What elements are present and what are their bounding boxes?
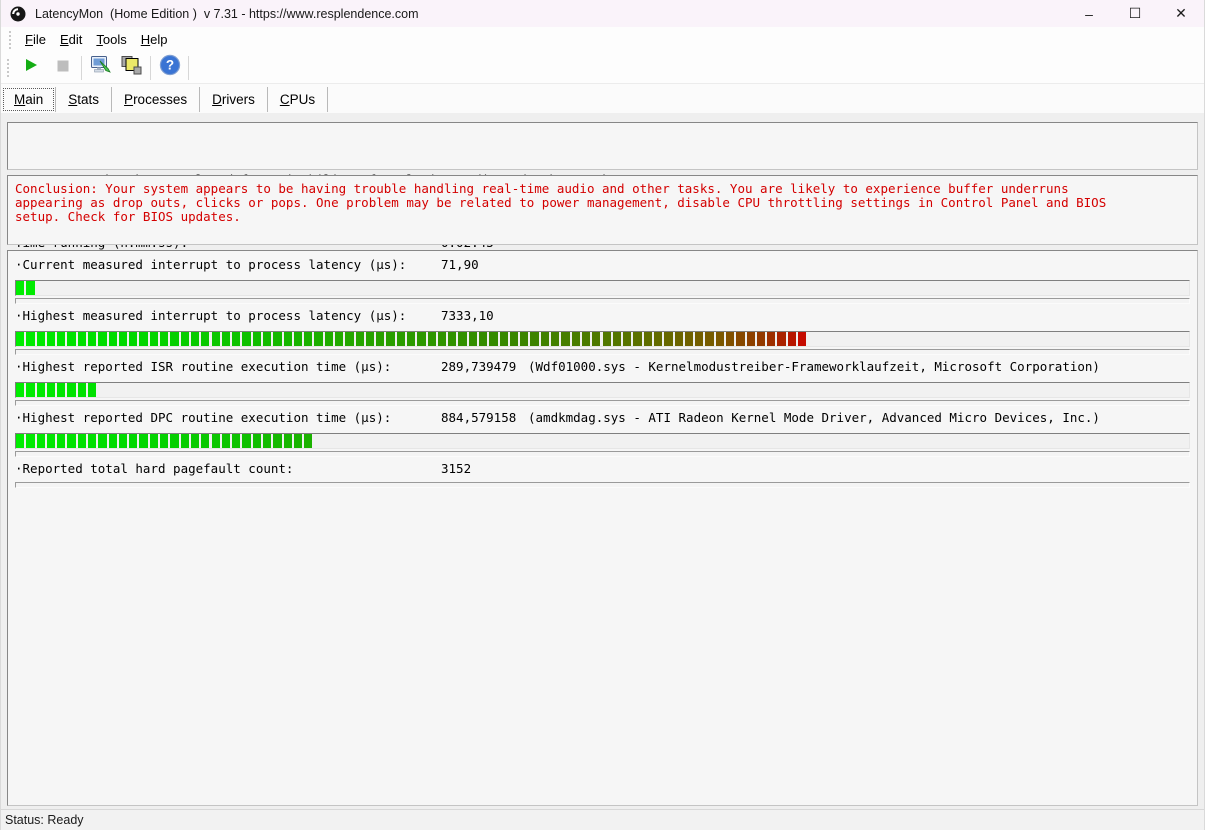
status-bar: Status: Ready	[1, 809, 1204, 830]
current-latency-bar	[15, 280, 1190, 296]
menu-tools[interactable]: Tools	[89, 29, 133, 50]
dpc-time-bar	[15, 433, 1190, 449]
monitor-tool-icon	[89, 54, 112, 81]
stop-icon	[57, 59, 69, 77]
metric-label: ·Highest measured interrupt to process l…	[15, 308, 441, 325]
conclusion-line: setup. Check for BIOS updates.	[15, 210, 1197, 224]
tab-drivers[interactable]: Drivers	[200, 87, 267, 112]
toolbar-gripper	[7, 59, 12, 77]
latencymon-app-icon	[10, 6, 26, 22]
menu-file[interactable]: File	[18, 29, 53, 50]
metric-value: 884,579158	[441, 410, 528, 427]
isr-time-bar	[15, 382, 1190, 398]
conclusion-box: Conclusion: Your system appears to be ha…	[7, 175, 1198, 245]
conclusion-line: appearing as drop outs, clicks or pops. …	[15, 196, 1197, 210]
tab-main[interactable]: Main	[2, 87, 55, 112]
metric-label: ·Highest reported ISR routine execution …	[15, 359, 441, 376]
status-text: Status: Ready	[5, 813, 84, 827]
window-title: LatencyMon (Home Edition ) v 7.31 - http…	[35, 7, 419, 21]
toolbar-separator	[81, 56, 82, 80]
help-button[interactable]: ?	[154, 54, 185, 81]
svg-text:?: ?	[165, 58, 173, 73]
metric-label: ·Highest reported DPC routine execution …	[15, 410, 441, 427]
menu-edit[interactable]: Edit	[53, 29, 89, 50]
metric-value: 289,739479	[441, 359, 528, 376]
latencymon-window: LatencyMon (Home Edition ) v 7.31 - http…	[0, 0, 1205, 830]
start-monitor-button[interactable]	[16, 54, 47, 81]
metric-row-highest-latency: ·Highest measured interrupt to process l…	[15, 304, 1190, 355]
minimize-button[interactable]: –	[1066, 0, 1112, 27]
toolbar-separator	[150, 56, 151, 80]
layered-squares-icon	[121, 55, 142, 81]
metric-value: 7333,10	[441, 308, 528, 325]
tab-strip: Main Stats Processes Drivers CPUs	[1, 84, 1204, 114]
metric-detail: (Wdf01000.sys - Kernelmodustreiber-Frame…	[528, 359, 1100, 376]
toolbar-separator	[188, 56, 189, 80]
title-bar: LatencyMon (Home Edition ) v 7.31 - http…	[1, 0, 1204, 27]
menu-help[interactable]: Help	[134, 29, 175, 50]
menu-bar: File Edit Tools Help	[1, 27, 1204, 52]
bar-track-empty	[15, 482, 1190, 488]
metric-row-current-latency: ·Current measured interrupt to process l…	[15, 253, 1190, 304]
tab-processes[interactable]: Processes	[112, 87, 199, 112]
metric-label: ·Current measured interrupt to process l…	[15, 257, 441, 274]
metric-value: 71,90	[441, 257, 528, 274]
metric-row-pagefault-count: ·Reported total hard pagefault count: 31…	[15, 457, 1190, 488]
stop-monitor-button[interactable]	[47, 54, 78, 81]
metric-label: ·Reported total hard pagefault count:	[15, 461, 441, 478]
tab-cpus[interactable]: CPUs	[268, 87, 327, 112]
highest-latency-bar	[15, 331, 1190, 347]
metric-row-isr-time: ·Highest reported ISR routine execution …	[15, 355, 1190, 406]
window-controls: – ☐ ✕	[1066, 0, 1204, 27]
main-panel: Your system has been analyzed for suitab…	[1, 113, 1204, 810]
metric-detail: (amdkmdag.sys - ATI Radeon Kernel Mode D…	[528, 410, 1100, 427]
processes-button[interactable]	[116, 54, 147, 81]
toolbar: ?	[1, 52, 1204, 84]
metric-row-dpc-time: ·Highest reported DPC routine execution …	[15, 406, 1190, 457]
metrics-box: ·Current measured interrupt to process l…	[7, 250, 1198, 806]
help-icon: ?	[159, 54, 181, 81]
analysis-box: Your system has been analyzed for suitab…	[7, 122, 1198, 170]
play-icon	[25, 58, 38, 77]
tab-separator	[327, 87, 328, 112]
tab-stats[interactable]: Stats	[56, 87, 111, 112]
options-button[interactable]	[85, 54, 116, 81]
close-button[interactable]: ✕	[1158, 0, 1204, 27]
metric-value: 3152	[441, 461, 528, 478]
conclusion-line: Conclusion: Your system appears to be ha…	[15, 182, 1197, 196]
maximize-button[interactable]: ☐	[1112, 0, 1158, 27]
menubar-gripper	[9, 31, 14, 49]
